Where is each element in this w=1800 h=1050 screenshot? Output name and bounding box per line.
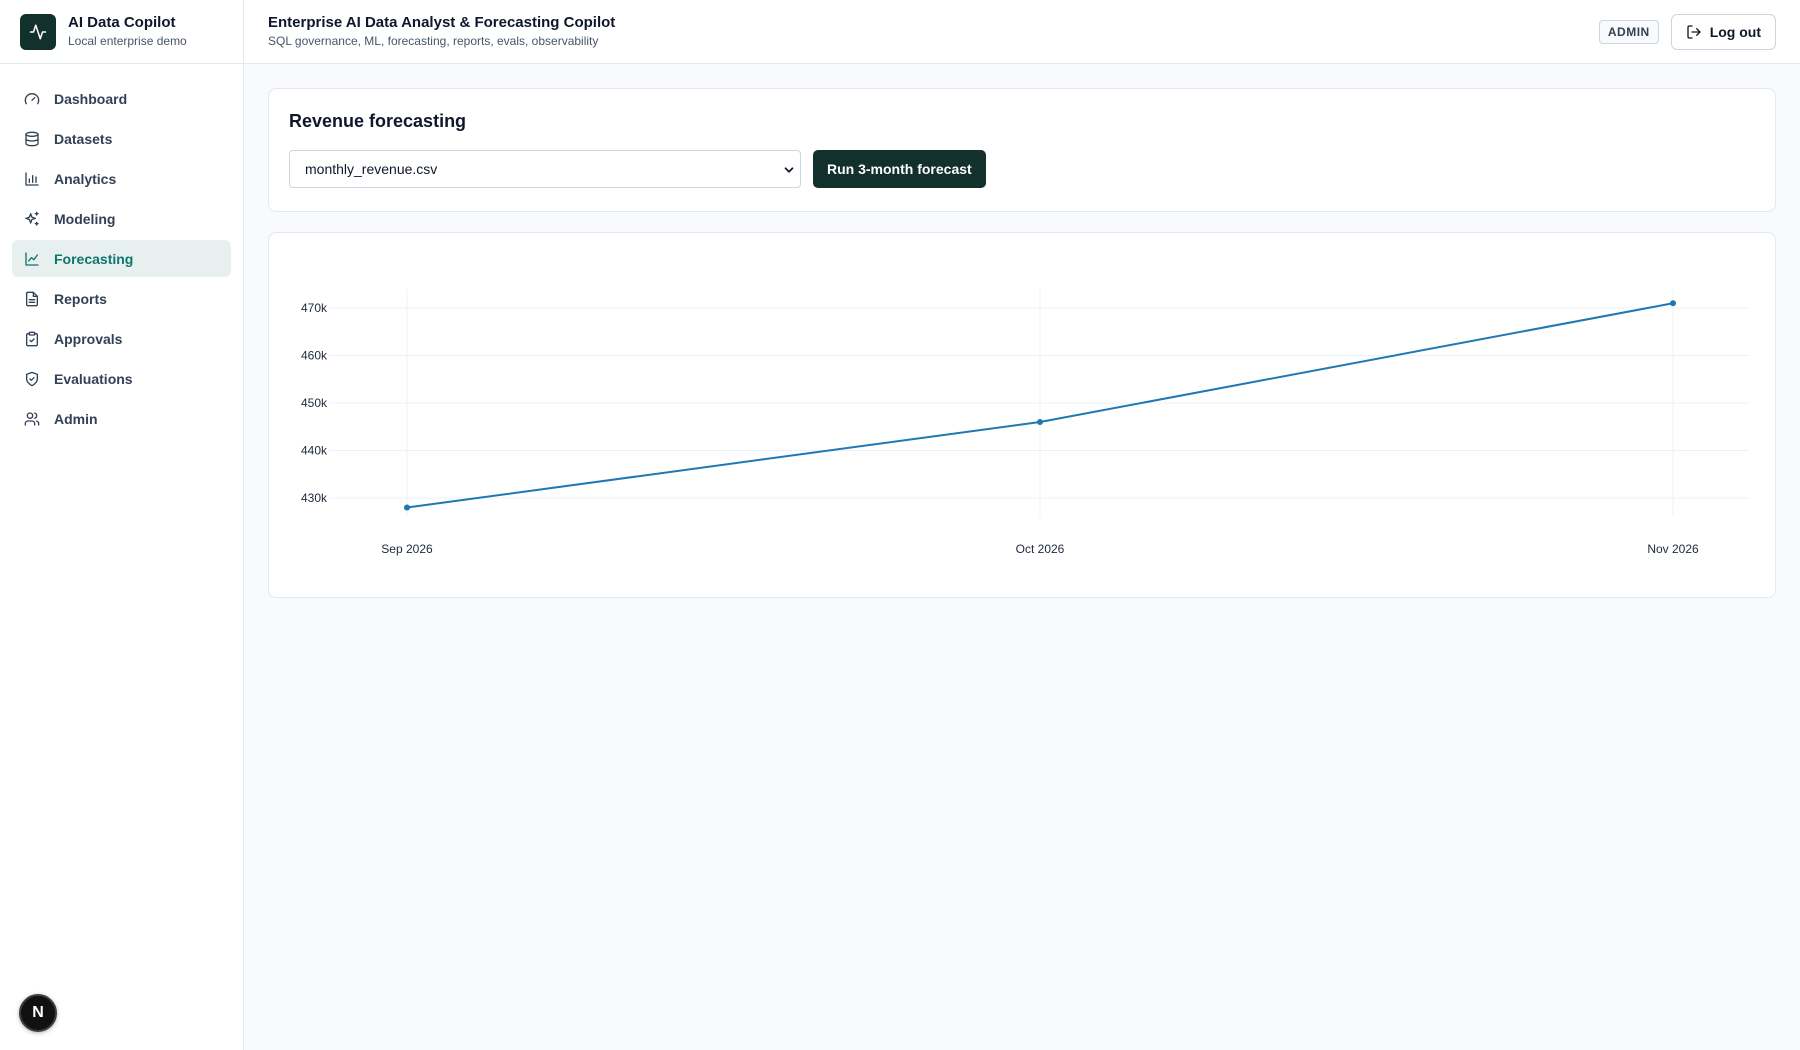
sidebar-item-datasets[interactable]: Datasets — [12, 120, 231, 157]
database-icon — [24, 131, 40, 147]
y-tick-label: 470k — [301, 301, 328, 315]
sidebar: AI Data Copilot Local enterprise demo Da… — [0, 0, 244, 1050]
y-tick-label: 440k — [301, 444, 328, 458]
section-title: Revenue forecasting — [289, 111, 467, 131]
sidebar-item-label: Datasets — [54, 130, 113, 147]
dataset-select[interactable]: monthly_revenue.csv — [289, 150, 801, 188]
forecast-controls: monthly_revenue.csv Run 3-month forecast — [289, 150, 1755, 188]
dataset-select-value: monthly_revenue.csv — [305, 161, 438, 177]
sidebar-item-label: Reports — [54, 290, 107, 307]
sidebar-item-label: Modeling — [54, 210, 116, 227]
brand-subtitle: Local enterprise demo — [68, 34, 187, 48]
x-tick-label: Sep 2026 — [381, 542, 433, 556]
users-icon — [24, 411, 40, 427]
sparkles-icon — [24, 211, 40, 227]
sidebar-item-label: Analytics — [54, 170, 117, 187]
sidebar-item-analytics[interactable]: Analytics — [12, 160, 231, 197]
y-tick-label: 430k — [301, 491, 328, 505]
header-titles: Enterprise AI Data Analyst & Forecasting… — [268, 14, 615, 49]
y-tick-label: 450k — [301, 396, 328, 410]
sidebar-item-approvals[interactable]: Approvals — [12, 320, 231, 357]
brand: AI Data Copilot Local enterprise demo — [0, 0, 243, 64]
sidebar-item-evaluations[interactable]: Evaluations — [12, 360, 231, 397]
forecast-chart-card: 430k 440k 450k 460k 470k Sep 2026 Oct 2026 Nov … — [268, 232, 1776, 598]
line-chart-icon — [24, 251, 40, 267]
dev-badge-letter: N — [32, 1004, 44, 1021]
run-forecast-button[interactable]: Run 3-month forecast — [813, 150, 986, 188]
sidebar-item-label: Approvals — [54, 330, 123, 347]
forecast-line-chart: 430k 440k 450k 460k 470k Sep 2026 Oct 2026 Nov … — [301, 289, 1749, 556]
sidebar-item-modeling[interactable]: Modeling — [12, 200, 231, 237]
sidebar-item-forecasting[interactable]: Forecasting — [12, 240, 231, 277]
logout-button[interactable]: Log out — [1670, 13, 1776, 50]
y-tick-label: 460k — [301, 349, 328, 363]
logout-label: Log out — [1709, 23, 1761, 40]
sidebar-item-dashboard[interactable]: Dashboard — [12, 80, 231, 117]
file-text-icon — [24, 291, 40, 307]
brand-title: AI Data Copilot — [68, 14, 176, 31]
sidebar-item-label: Forecasting — [54, 250, 134, 267]
chevron-down-icon — [782, 163, 796, 177]
header-actions: ADMIN Log out — [1598, 13, 1776, 50]
sidebar-item-reports[interactable]: Reports — [12, 280, 231, 317]
role-badge: ADMIN — [1598, 19, 1659, 44]
data-point[interactable] — [404, 504, 410, 511]
top-bar: Enterprise AI Data Analyst & Forecasting… — [244, 0, 1800, 64]
sidebar-item-label: Evaluations — [54, 370, 133, 387]
clipboard-check-icon — [24, 331, 40, 347]
sidebar-nav: Dashboard Datasets Analytics Modeling Fo… — [0, 64, 243, 456]
data-point[interactable] — [1037, 419, 1043, 425]
data-point[interactable] — [1670, 300, 1676, 307]
page-title: Enterprise AI Data Analyst & Forecasting… — [268, 14, 616, 31]
log-out-icon — [1686, 24, 1702, 40]
gauge-icon — [24, 91, 40, 107]
sidebar-item-admin[interactable]: Admin — [12, 400, 231, 437]
page-subtitle: SQL governance, ML, forecasting, reports… — [268, 34, 599, 48]
sidebar-item-label: Admin — [54, 410, 98, 427]
activity-icon — [20, 13, 56, 50]
sidebar-item-label: Dashboard — [54, 90, 128, 107]
shield-check-icon — [24, 371, 40, 387]
dev-tools-badge[interactable]: N — [19, 994, 57, 1032]
bar-chart-icon — [24, 171, 40, 187]
x-tick-label: Oct 2026 — [1016, 542, 1065, 556]
x-tick-label: Nov 2026 — [1647, 542, 1699, 556]
forecast-controls-card: Revenue forecasting monthly_revenue.csv … — [268, 88, 1776, 212]
